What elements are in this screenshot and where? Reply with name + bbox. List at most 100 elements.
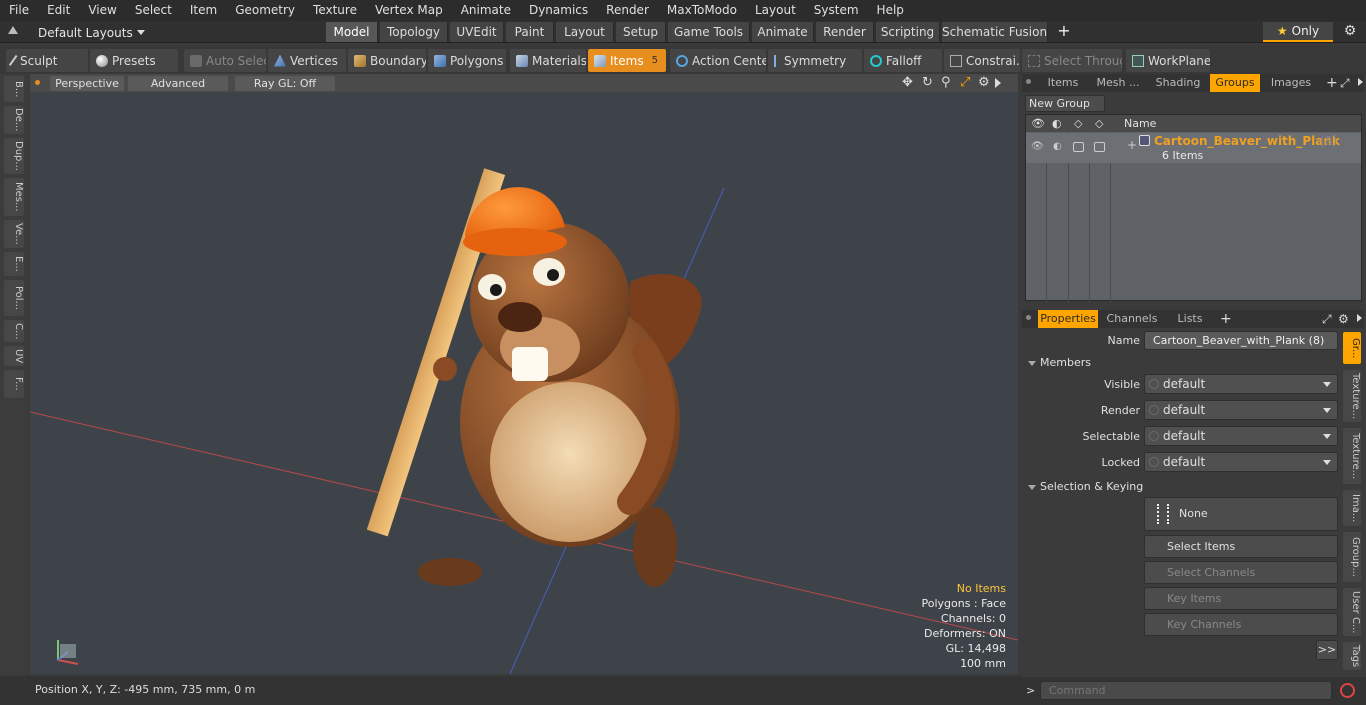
right-vtab-5[interactable]: User C...: [1343, 588, 1361, 636]
expand-row-icon[interactable]: +: [1127, 138, 1137, 152]
add-tab-icon[interactable]: +: [1057, 23, 1071, 39]
layout-tab-paint[interactable]: Paint: [506, 22, 554, 42]
panel-tab-mesh[interactable]: Mesh ...: [1092, 74, 1144, 92]
menu-vertex-map[interactable]: Vertex Map: [366, 0, 452, 21]
prop-gear-icon[interactable]: ⚙: [1338, 311, 1349, 327]
prop-tab-properties[interactable]: Properties: [1038, 310, 1098, 328]
expand-panel-icon[interactable]: ⤢: [1340, 75, 1350, 91]
only-button[interactable]: ★ Only: [1263, 22, 1333, 42]
record-icon[interactable]: [1340, 683, 1355, 698]
selectable-dropdown[interactable]: default: [1144, 426, 1338, 446]
menu-render[interactable]: Render: [597, 0, 658, 21]
right-vtab-0[interactable]: Gr...: [1343, 332, 1361, 364]
right-vtab-4[interactable]: Group...: [1343, 532, 1361, 582]
rotate-view-icon[interactable]: ↻: [922, 76, 936, 90]
row-visible-icon[interactable]: 👁: [1031, 141, 1044, 152]
left-tab-2[interactable]: Dup...: [4, 138, 24, 174]
prop-tab-channels[interactable]: Channels: [1102, 310, 1162, 328]
right-vtab-3[interactable]: Ima...: [1343, 490, 1361, 526]
workplane-button[interactable]: WorkPlane: [1126, 49, 1210, 72]
zoom-view-icon[interactable]: ⚲: [941, 76, 955, 90]
key-items-button[interactable]: Key Items: [1144, 587, 1338, 610]
expand-prop-icon[interactable]: ⤢: [1322, 311, 1332, 327]
layout-tab-schematic-fusion[interactable]: Schematic Fusion: [942, 22, 1048, 42]
panel-tab-groups[interactable]: Groups: [1210, 74, 1260, 92]
menu-item[interactable]: Item: [181, 0, 226, 21]
new-group-button[interactable]: New Group: [1025, 95, 1105, 112]
falloff-button[interactable]: Falloff: [864, 49, 942, 72]
prop-arrow-icon[interactable]: [1357, 314, 1362, 322]
row-select-checkbox[interactable]: [1073, 142, 1084, 152]
layout-tab-scripting[interactable]: Scripting: [876, 22, 940, 42]
right-vtab-6[interactable]: Tags: [1343, 642, 1361, 670]
right-vtab-1[interactable]: Texture...: [1343, 370, 1361, 422]
left-tab-1[interactable]: De...: [4, 106, 24, 134]
menu-geometry[interactable]: Geometry: [226, 0, 304, 21]
add-panel-tab-icon[interactable]: +: [1326, 75, 1338, 91]
layout-tab-topology[interactable]: Topology: [380, 22, 448, 42]
fit-view-icon[interactable]: ⤢: [960, 76, 974, 90]
render-column-icon[interactable]: ◐: [1052, 117, 1062, 130]
select-through-button[interactable]: Select Through: [1022, 49, 1122, 72]
menu-edit[interactable]: Edit: [38, 0, 79, 21]
layouts-arrow-icon[interactable]: [8, 26, 18, 34]
layout-tab-game-tools[interactable]: Game Tools: [668, 22, 750, 42]
menu-file[interactable]: File: [0, 0, 38, 21]
auto-select-button[interactable]: Auto Select: [184, 49, 266, 72]
sculpt-button[interactable]: Sculpt: [6, 49, 88, 72]
key-channels-button[interactable]: Key Channels: [1144, 613, 1338, 636]
layout-tab-model[interactable]: Model: [326, 22, 378, 42]
menu-layout[interactable]: Layout: [746, 0, 805, 21]
none-button[interactable]: None: [1144, 497, 1338, 531]
right-vtab-2[interactable]: Texture...: [1343, 428, 1361, 484]
panel-tab-shading[interactable]: Shading: [1150, 74, 1206, 92]
viewport-expand-icon[interactable]: [995, 78, 1001, 88]
layout-tab-setup[interactable]: Setup: [616, 22, 666, 42]
selection-keying-section[interactable]: Selection & Keying: [1028, 479, 1338, 494]
row-render-icon[interactable]: ◐: [1053, 141, 1062, 152]
left-tab-5[interactable]: E...: [4, 252, 24, 276]
visibility-column-icon[interactable]: 👁: [1031, 117, 1045, 130]
select-column-icon[interactable]: ◇: [1074, 117, 1082, 130]
row-lock-checkbox[interactable]: [1094, 142, 1105, 152]
menu-help[interactable]: Help: [868, 0, 913, 21]
menu-animate[interactable]: Animate: [452, 0, 520, 21]
left-tab-6[interactable]: Pol...: [4, 280, 24, 316]
polygons-button[interactable]: Polygons: [428, 49, 506, 72]
panel-menu-dot[interactable]: [1026, 79, 1031, 84]
vertices-button[interactable]: Vertices 1: [268, 49, 346, 72]
panel-tab-images[interactable]: Images: [1264, 74, 1318, 92]
layout-tab-uvedit[interactable]: UVEdit: [450, 22, 504, 42]
items-button[interactable]: Items 5: [588, 49, 666, 72]
menu-dynamics[interactable]: Dynamics: [520, 0, 597, 21]
left-tab-7[interactable]: C...: [4, 320, 24, 342]
prop-tab-lists[interactable]: Lists: [1166, 310, 1214, 328]
layout-tab-layout[interactable]: Layout: [556, 22, 614, 42]
layout-tab-render[interactable]: Render: [816, 22, 874, 42]
left-tab-4[interactable]: Ve...: [4, 220, 24, 248]
locked-dropdown[interactable]: default: [1144, 452, 1338, 472]
layout-tab-animate[interactable]: Animate: [752, 22, 814, 42]
menu-select[interactable]: Select: [126, 0, 181, 21]
left-tab-8[interactable]: UV: [4, 346, 24, 366]
raygl-button[interactable]: Ray GL: Off: [235, 76, 335, 91]
gear-icon[interactable]: ⚙: [1342, 23, 1358, 39]
action-center-button[interactable]: Action Center: [670, 49, 766, 72]
advanced-button[interactable]: Advanced: [128, 76, 228, 91]
menu-system[interactable]: System: [805, 0, 868, 21]
layouts-select[interactable]: Default Layouts: [38, 24, 145, 41]
constraints-button[interactable]: Constrai...: [944, 49, 1020, 72]
perspective-button[interactable]: Perspective: [50, 76, 124, 91]
viewport-menu-dot[interactable]: [35, 80, 40, 85]
panel-arrow-icon[interactable]: [1358, 78, 1363, 86]
prop-menu-dot[interactable]: [1026, 315, 1031, 320]
left-tab-0[interactable]: B...: [4, 76, 24, 102]
viewport-settings-icon[interactable]: ⚙: [978, 76, 992, 90]
move-view-icon[interactable]: ✥: [902, 76, 916, 90]
select-items-button[interactable]: Select Items: [1144, 535, 1338, 558]
select-channels-button[interactable]: Select Channels: [1144, 561, 1338, 584]
group-row[interactable]: 👁 ◐ + Cartoon_Beaver_with_Plank (8) 6 It…: [1026, 133, 1361, 163]
add-prop-tab-icon[interactable]: +: [1220, 311, 1232, 327]
members-section[interactable]: Members: [1028, 355, 1338, 370]
presets-button[interactable]: Presets: [90, 49, 178, 72]
